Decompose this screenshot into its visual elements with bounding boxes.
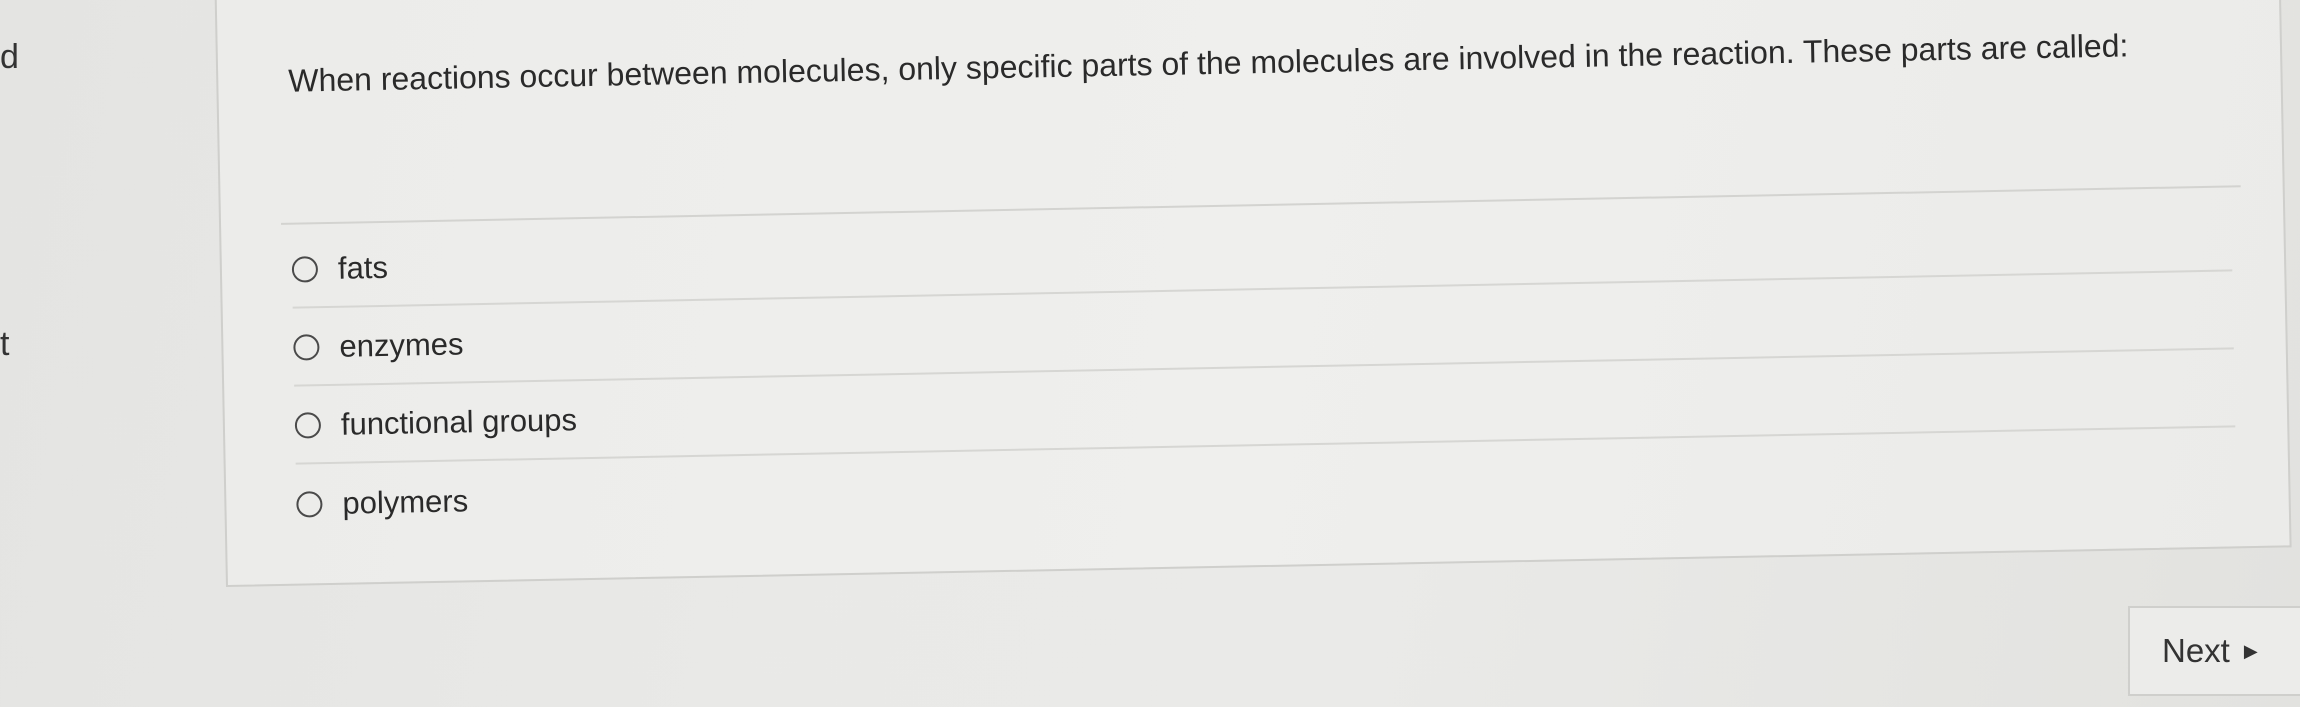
radio-button[interactable] — [291, 256, 319, 283]
question-prompt: When reactions occur between molecules, … — [287, 27, 2129, 99]
next-button[interactable]: Next ▶ — [2128, 606, 2300, 696]
radio-button[interactable] — [294, 412, 322, 439]
cropped-text-fragment: t — [0, 325, 10, 363]
question-card: When reactions occur between molecules, … — [214, 0, 2292, 587]
answer-option-label: polymers — [342, 483, 469, 521]
radio-button[interactable] — [293, 334, 320, 361]
answer-option-label: functional groups — [340, 402, 578, 442]
next-button-label: Next — [2162, 632, 2230, 669]
triangle-right-icon: ▶ — [2243, 640, 2258, 661]
answer-option-label: fats — [337, 249, 389, 286]
cropped-text-fragment: d — [0, 38, 19, 76]
answer-option-label: enzymes — [339, 326, 464, 364]
radio-button[interactable] — [296, 491, 323, 518]
